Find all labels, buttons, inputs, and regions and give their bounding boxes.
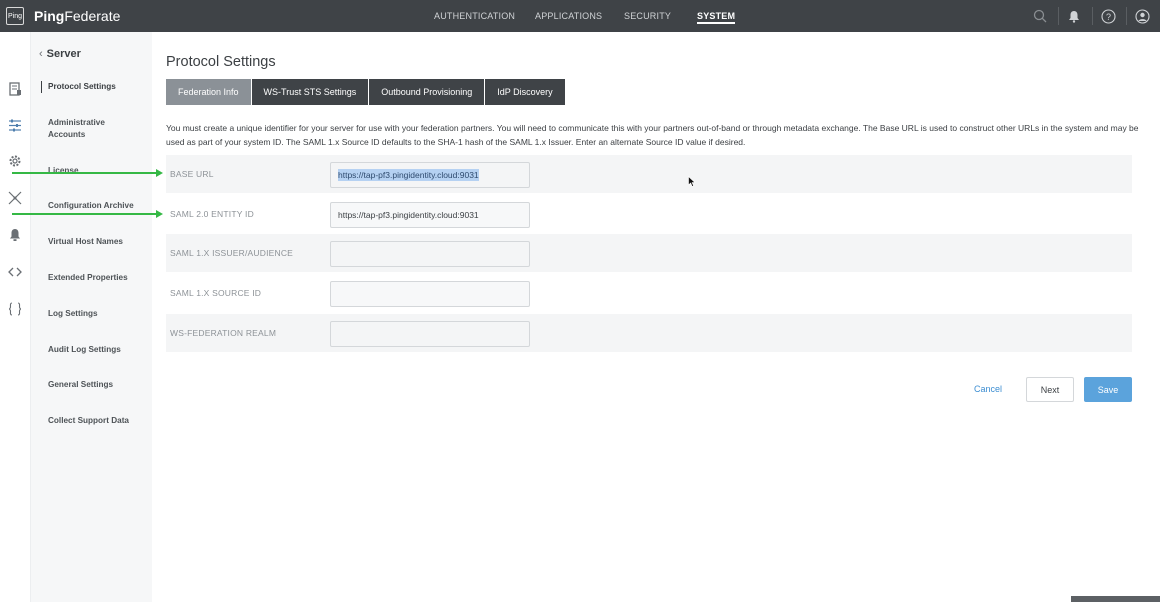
save-button[interactable]: Save — [1084, 377, 1132, 402]
saml2-entity-id-input[interactable]: https://tap-pf3.pingidentity.cloud:9031 — [330, 202, 530, 228]
sidebar-item-audit-log-settings[interactable]: Audit Log Settings — [48, 344, 144, 356]
sliders-icon[interactable] — [6, 116, 24, 134]
divider — [1092, 7, 1093, 25]
horizontal-scrollbar[interactable] — [1071, 596, 1160, 602]
ping-logo[interactable]: Ping — [6, 7, 24, 25]
side-nav: ‹ Server Protocol Settings Administrative… — [31, 32, 152, 602]
sidebar-item-virtual-host-names[interactable]: Virtual Host Names — [48, 236, 144, 248]
back-label: Server — [46, 48, 81, 60]
form-row-saml2-entity-id: SAML 2.0 ENTITY ID https://tap-pf3.pingi… — [166, 195, 1132, 233]
base-url-label: BASE URL — [170, 169, 214, 179]
tab-federation-info[interactable]: Federation Info — [166, 79, 251, 105]
saml2-entity-id-label: SAML 2.0 ENTITY ID — [170, 209, 254, 219]
help-icon[interactable]: ? — [1098, 6, 1118, 26]
sidebar-item-license[interactable]: License — [48, 165, 144, 177]
tab-idp-discovery[interactable]: IdP Discovery — [485, 79, 565, 105]
tab-ws-trust-sts-settings[interactable]: WS-Trust STS Settings — [251, 79, 369, 105]
search-icon[interactable] — [1030, 6, 1050, 26]
gear-icon[interactable] — [6, 152, 24, 170]
sidebar-item-collect-support-data[interactable]: Collect Support Data — [48, 415, 144, 427]
braces-icon[interactable] — [6, 300, 24, 318]
divider — [1126, 7, 1127, 25]
shield-icon[interactable] — [6, 226, 24, 244]
saml1-source-id-label: SAML 1.X SOURCE ID — [170, 288, 262, 298]
topnav-authentication[interactable]: AUTHENTICATION — [434, 11, 515, 21]
cancel-button[interactable]: Cancel — [974, 384, 1002, 394]
main-content: Protocol Settings Federation Info WS-Tru… — [152, 32, 1160, 602]
brand-name-part1: Ping — [34, 8, 65, 24]
ws-federation-realm-input[interactable] — [330, 321, 530, 347]
next-button[interactable]: Next — [1026, 377, 1074, 402]
annotation-arrow-line — [12, 172, 158, 174]
base-url-input[interactable]: https://tap-pf3.pingidentity.cloud:9031 — [330, 162, 530, 188]
sidebar-item-log-settings[interactable]: Log Settings — [48, 308, 144, 320]
page-title: Protocol Settings — [166, 54, 276, 70]
sidebar-item-protocol-settings[interactable]: Protocol Settings — [41, 81, 137, 93]
sidebar-item-extended-properties[interactable]: Extended Properties — [48, 272, 144, 284]
ws-federation-realm-label: WS-FEDERATION REALM — [170, 328, 277, 338]
annotation-arrow-line — [12, 213, 158, 215]
annotation-arrow-head — [156, 210, 163, 218]
top-nav-bar: Ping PingFederate AUTHENTICATION APPLICA… — [0, 0, 1160, 32]
topnav-system[interactable]: SYSTEM — [697, 11, 736, 24]
connections-icon[interactable] — [6, 189, 24, 207]
page-description: You must create a unique identifier for … — [166, 123, 1139, 147]
saml1-issuer-label: SAML 1.X ISSUER/AUDIENCE — [170, 248, 294, 258]
saml1-issuer-input[interactable] — [330, 241, 530, 267]
bell-icon[interactable] — [1064, 6, 1084, 26]
brand-name-part2: Federate — [64, 8, 121, 24]
tab-bar: Federation Info WS-Trust STS Settings Ou… — [166, 79, 566, 105]
base-url-value: https://tap-pf3.pingidentity.cloud:9031 — [338, 169, 479, 181]
sidebar-item-configuration-archive[interactable]: Configuration Archive — [48, 200, 144, 212]
saml1-source-id-input[interactable] — [330, 281, 530, 307]
form-row-saml1-source-id: SAML 1.X SOURCE ID — [166, 274, 1132, 312]
brand-name: PingFederate — [34, 8, 120, 24]
user-icon[interactable] — [1132, 6, 1152, 26]
topnav-security[interactable]: SECURITY — [624, 11, 671, 21]
annotation-arrow-head — [156, 169, 163, 177]
tab-outbound-provisioning[interactable]: Outbound Provisioning — [369, 79, 485, 105]
topnav-applications[interactable]: APPLICATIONS — [535, 11, 602, 21]
form-row-base-url: BASE URL https://tap-pf3.pingidentity.cl… — [166, 155, 1132, 193]
divider — [1058, 7, 1059, 25]
back-to-server-link[interactable]: ‹ Server — [39, 48, 81, 60]
sidebar-item-general-settings[interactable]: General Settings — [48, 379, 144, 391]
sidebar-item-administrative-accounts[interactable]: Administrative Accounts — [48, 117, 144, 141]
icon-rail — [0, 32, 31, 602]
chevron-left-icon: ‹ — [39, 48, 43, 60]
form-row-saml1-issuer: SAML 1.X ISSUER/AUDIENCE — [166, 234, 1132, 272]
svg-text:?: ? — [1105, 12, 1110, 22]
form-row-ws-federation-realm: WS-FEDERATION REALM — [166, 314, 1132, 352]
database-icon[interactable] — [6, 80, 24, 98]
code-icon[interactable] — [6, 263, 24, 281]
mouse-cursor-icon — [688, 174, 696, 192]
